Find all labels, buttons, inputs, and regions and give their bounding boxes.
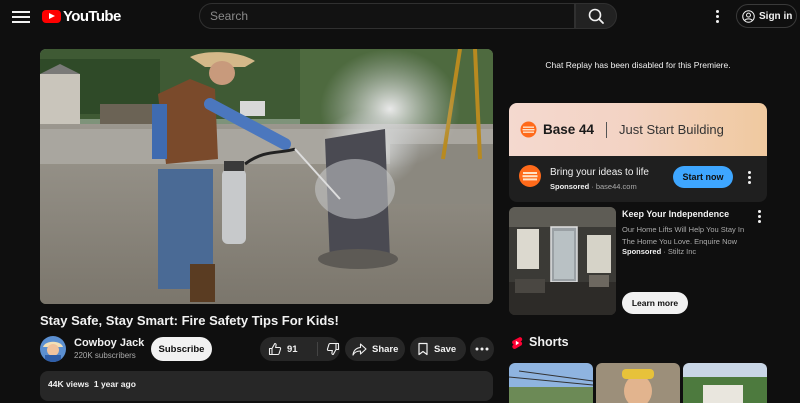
base44-avatar-icon <box>519 165 541 187</box>
ad-sponsored-label: Sponsored <box>550 182 590 191</box>
ad-brand-name: Base 44 <box>543 122 595 137</box>
save-label: Save <box>434 343 457 355</box>
short-thumbnail[interactable] <box>509 363 593 403</box>
settings-more-button[interactable] <box>711 8 723 24</box>
short-thumbnail[interactable] <box>683 363 767 403</box>
more-horiz-icon <box>475 347 489 351</box>
ad2-sponsored-line: Sponsored · Stiltz Inc <box>622 247 697 256</box>
ad2-body: Our Home Lifts Will Help You Stay In The… <box>622 225 745 246</box>
ad-headline[interactable]: Bring your ideas to life <box>550 167 649 178</box>
short-thumbnail[interactable] <box>596 363 680 403</box>
ad-more-button[interactable] <box>745 170 753 184</box>
channel-name[interactable]: Cowboy Jack <box>74 337 144 349</box>
search-input[interactable] <box>200 4 560 28</box>
share-button[interactable]: Share <box>345 337 405 361</box>
search-icon <box>588 8 604 24</box>
share-icon <box>352 342 367 356</box>
ad-domain: base44.com <box>595 182 637 191</box>
short-thumbnail-image <box>509 363 593 403</box>
subscribe-button[interactable]: Subscribe <box>151 337 212 361</box>
video-title: Stay Safe, Stay Smart: Fire Safety Tips … <box>40 313 339 328</box>
ad2-more-button[interactable] <box>755 209 763 223</box>
save-button[interactable]: Save <box>410 337 466 361</box>
thumb-down-icon <box>326 342 340 356</box>
like-count: 91 <box>287 343 298 355</box>
search-box[interactable] <box>199 3 575 29</box>
ad2-sponsored-label: Sponsored <box>622 247 662 256</box>
ad-sponsored-line: Sponsored · base44.com <box>550 182 637 191</box>
ad2-title[interactable]: Keep Your Independence <box>622 209 729 219</box>
sign-in-label: Sign in <box>759 10 793 22</box>
more-vert-icon <box>745 170 753 184</box>
ad2-advertiser: Stiltz Inc <box>667 247 697 256</box>
short-thumbnail-image <box>683 363 767 403</box>
ad-brand: Base 44 Just Start Building <box>520 121 724 138</box>
upload-date: 1 year ago <box>93 379 136 389</box>
ad-brand-separator <box>606 121 608 138</box>
youtube-logo[interactable]: YouTube <box>42 6 121 26</box>
thumb-up-icon <box>268 342 282 356</box>
shorts-icon <box>512 337 523 349</box>
like-dislike-group: 91 <box>260 337 340 361</box>
logo-text: YouTube <box>63 7 121 25</box>
shorts-heading: Shorts <box>529 335 569 349</box>
more-actions-button[interactable] <box>470 337 494 361</box>
like-button[interactable]: 91 <box>260 342 318 356</box>
view-count-date: 44K views 1 year ago <box>48 379 136 389</box>
view-count: 44K views <box>48 379 90 389</box>
save-icon <box>418 342 428 356</box>
base44-logo-icon <box>520 121 537 138</box>
more-vert-icon <box>755 209 763 223</box>
share-label: Share <box>372 343 399 355</box>
ad-thumbnail-stiltz[interactable] <box>509 207 616 315</box>
sign-in-button[interactable]: Sign in <box>736 4 797 28</box>
learn-more-button[interactable]: Learn more <box>622 292 688 314</box>
channel-avatar-image <box>40 336 66 362</box>
more-vert-icon <box>711 8 723 24</box>
menu-icon[interactable] <box>12 8 30 24</box>
chat-replay-message: Chat Replay has been disabled for this P… <box>545 60 731 70</box>
home-lift-image <box>509 207 616 315</box>
start-now-button[interactable]: Start now <box>673 166 733 188</box>
channel-avatar[interactable] <box>40 336 66 362</box>
video-player[interactable] <box>40 49 493 304</box>
account-icon <box>742 9 755 23</box>
subscriber-count: 220K subscribers <box>74 351 136 360</box>
youtube-logo-icon <box>42 9 61 23</box>
short-thumbnail-image <box>596 363 680 403</box>
ad-tagline: Just Start Building <box>619 122 724 137</box>
dislike-button[interactable] <box>318 342 340 356</box>
video-frame <box>40 49 493 304</box>
search-button[interactable] <box>575 3 617 29</box>
